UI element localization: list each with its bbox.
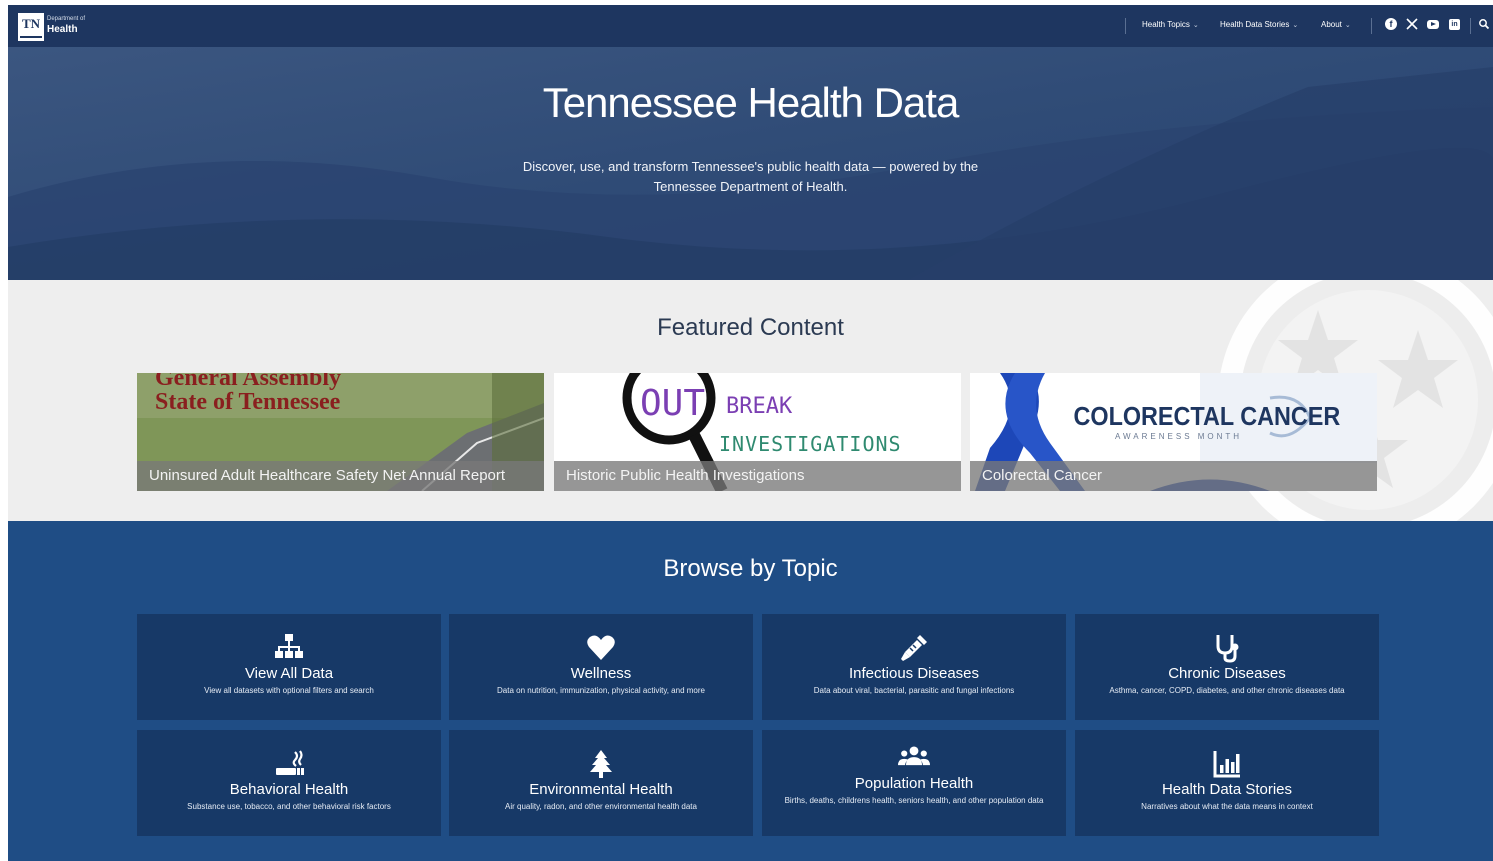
logo-health-text: Health: [47, 24, 78, 35]
people-icon: [898, 746, 930, 766]
stethoscope-icon: [1216, 635, 1239, 663]
card-image-text: COLORECTAL CANCER: [1074, 403, 1341, 431]
nav-divider: [1470, 18, 1471, 34]
topic-tile-chronic-diseases[interactable]: Chronic Diseases Asthma, cancer, COPD, d…: [1075, 614, 1379, 720]
topic-tile-infectious-diseases[interactable]: Infectious Diseases Data about viral, ba…: [762, 614, 1066, 720]
nav-item-about[interactable]: About ⌄: [1321, 20, 1351, 29]
hero-title: Tennessee Health Data: [542, 79, 960, 126]
topic-tile-description: Substance use, tobacco, and other behavi…: [187, 802, 391, 811]
card-caption: Historic Public Health Investigations: [554, 461, 961, 491]
topic-tile-environmental-health[interactable]: Environmental Health Air quality, radon,…: [449, 730, 753, 836]
hero-subtitle: Discover, use, and transform Tennessee's…: [522, 159, 979, 194]
tree-icon: [590, 750, 612, 778]
nav-item-label: About: [1321, 20, 1342, 29]
topic-tile-behavioral-health[interactable]: Behavioral Health Substance use, tobacco…: [137, 730, 441, 836]
x-icon[interactable]: [1406, 18, 1418, 30]
nav-item-label: Health Data Stories: [1220, 20, 1290, 29]
topic-tile-title: Infectious Diseases: [848, 665, 980, 682]
chevron-down-icon: ⌄: [1292, 22, 1299, 29]
heart-icon: [587, 635, 615, 660]
card-image-text: OUT: [640, 383, 705, 424]
smoking-icon: [276, 750, 304, 775]
nav-divider: [1125, 18, 1126, 34]
syringe-icon: [901, 635, 927, 661]
browse-by-topic-section: Browse by Topic View All Data View all d…: [8, 521, 1493, 861]
topic-tile-title: Health Data Stories: [1161, 781, 1293, 798]
tn-health-logo[interactable]: TN Department of Health: [18, 13, 90, 41]
sitemap-icon: [275, 634, 303, 658]
topic-tile-title: Environmental Health: [529, 781, 673, 798]
featured-card-colorectal-cancer[interactable]: COLORECTAL CANCER AWARENESS MONTH Colore…: [970, 373, 1377, 491]
topic-tile-title: Behavioral Health: [229, 781, 349, 798]
topic-tile-description: Data on nutrition, immunization, physica…: [497, 686, 705, 695]
topic-tile-health-data-stories[interactable]: Health Data Stories Narratives about wha…: [1075, 730, 1379, 836]
featured-content-section: Featured Content General Assembly State …: [8, 280, 1493, 521]
nav-item-health-data-stories[interactable]: Health Data Stories ⌄: [1220, 20, 1298, 29]
topic-tile-wellness[interactable]: Wellness Data on nutrition, immunization…: [449, 614, 753, 720]
featured-card-uninsured-report[interactable]: General Assembly State of Tennessee Unin…: [137, 373, 544, 491]
chevron-down-icon: ⌄: [1344, 22, 1351, 29]
card-image-text: AWARENESS MONTH: [1115, 432, 1242, 441]
topic-tile-description: View all datasets with optional filters …: [204, 686, 374, 695]
facebook-icon[interactable]: f: [1385, 18, 1397, 30]
topic-tile-description: Asthma, cancer, COPD, diabetes, and othe…: [1109, 686, 1345, 695]
card-caption: Uninsured Adult Healthcare Safety Net An…: [137, 461, 544, 491]
nav-divider: [1371, 18, 1372, 34]
topic-tile-title: Population Health: [854, 775, 974, 792]
search-icon[interactable]: [1478, 18, 1490, 30]
topic-tile-description: Births, deaths, childrens health, senior…: [784, 796, 1044, 805]
featured-card-outbreak-investigations[interactable]: OUT BREAK INVESTIGATIONS Historic Public…: [554, 373, 961, 491]
featured-content-title: Featured Content: [657, 314, 844, 341]
topic-tile-description: Air quality, radon, and other environmen…: [505, 802, 697, 811]
logo-tn-mark: TN: [18, 13, 44, 41]
chevron-down-icon: ⌄: [1192, 22, 1199, 29]
nav-item-label: Health Topics: [1142, 20, 1190, 29]
topic-tile-description: Narratives about what the data means in …: [1141, 802, 1313, 811]
card-caption: Colorectal Cancer: [970, 461, 1377, 491]
top-nav: TN Department of Health Health Topics ⌄ H…: [8, 5, 1493, 47]
browse-by-topic-title: Browse by Topic: [663, 555, 838, 582]
topic-tile-title: View All Data: [244, 665, 334, 682]
topic-tile-population-health[interactable]: Population Health Births, deaths, childr…: [762, 730, 1066, 836]
card-image-text: INVESTIGATIONS: [719, 432, 902, 456]
card-image-text: BREAK: [726, 394, 793, 419]
topic-tile-view-all-data[interactable]: View All Data View all datasets with opt…: [137, 614, 441, 720]
topic-tile-title: Wellness: [570, 665, 632, 682]
nav-item-health-topics[interactable]: Health Topics ⌄: [1142, 20, 1199, 29]
youtube-icon[interactable]: [1427, 20, 1439, 29]
card-image-text: State of Tennessee: [155, 389, 341, 415]
topic-tile-description: Data about viral, bacterial, parasitic a…: [813, 686, 1015, 695]
bar-chart-icon: [1213, 751, 1240, 778]
hero-banner: Tennessee Health Data Discover, use, and…: [8, 47, 1493, 280]
topic-tile-title: Chronic Diseases: [1168, 665, 1286, 682]
logo-department-text: Department of: [47, 16, 86, 22]
linkedin-icon[interactable]: in: [1449, 19, 1460, 30]
